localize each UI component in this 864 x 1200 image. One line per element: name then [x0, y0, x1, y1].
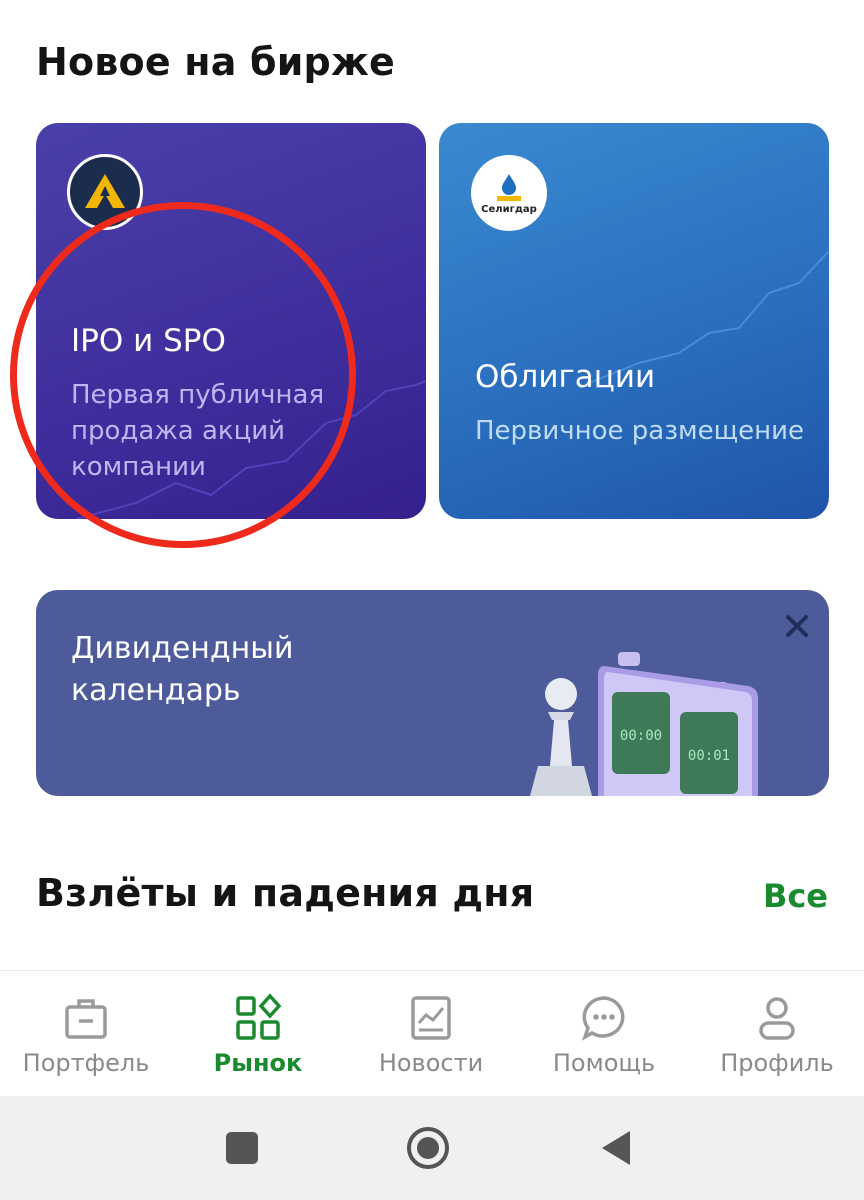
bonds-card-subtitle: Первичное размещение — [475, 416, 805, 446]
clock-right-display: 00:01 — [688, 748, 730, 764]
triangle-back-icon[interactable] — [596, 1126, 640, 1170]
tab-label: Новости — [378, 1049, 484, 1077]
ipo-card-title: IPO и SPO — [71, 323, 226, 359]
clock-left-display: 00:00 — [620, 728, 662, 744]
tab-label: Рынок — [213, 1049, 303, 1077]
logo-text: Селигдар — [481, 203, 537, 215]
tab-news[interactable]: Новости — [345, 971, 517, 1097]
market-grid-icon — [236, 993, 282, 1040]
dividend-banner-title: Дивидендный календарь — [71, 631, 294, 708]
square-recents-icon[interactable] — [220, 1126, 264, 1170]
see-all-link[interactable]: Все — [763, 877, 828, 915]
chess-clock-illustration: 00:00 00:01 — [598, 652, 758, 796]
chat-bubble-icon — [581, 996, 625, 1041]
section-title-new: Новое на бирже — [36, 40, 395, 84]
ipo-card-subtitle: Первая публичная продажа акций компании — [71, 380, 325, 482]
tab-profile[interactable]: Профиль — [691, 971, 863, 1097]
briefcase-icon — [65, 999, 107, 1039]
tab-label: Портфель — [22, 1049, 150, 1077]
bonds-card-title: Облигации — [475, 359, 656, 395]
close-icon[interactable] — [779, 608, 815, 644]
section-title-movers: Взлёты и падения дня — [36, 871, 535, 915]
circle-home-icon[interactable] — [406, 1126, 450, 1170]
system-navigation-bar — [0, 1096, 864, 1200]
dividend-calendar-banner[interactable]: Дивидендный календарь 00:00 00:01 — [36, 590, 829, 796]
bonds-card[interactable]: Селигдар Облигации Первичное размещение — [439, 123, 829, 519]
seligdar-logo-icon: Селигдар — [471, 155, 547, 231]
tab-help[interactable]: Помощь — [518, 971, 690, 1097]
news-chart-icon — [411, 996, 451, 1040]
bottom-tab-bar: Портфель Рынок Новости Помощь Профиль — [0, 970, 864, 1097]
tab-portfolio[interactable]: Портфель — [0, 971, 172, 1097]
tab-label: Помощь — [552, 1049, 656, 1077]
tab-market[interactable]: Рынок — [172, 971, 344, 1097]
chess-pawn-illustration — [530, 678, 592, 796]
company-logo-icon — [67, 154, 143, 230]
person-icon — [759, 997, 795, 1040]
ipo-spo-card[interactable]: IPO и SPO Первая публичная продажа акций… — [36, 123, 426, 519]
tab-label: Профиль — [720, 1049, 834, 1077]
